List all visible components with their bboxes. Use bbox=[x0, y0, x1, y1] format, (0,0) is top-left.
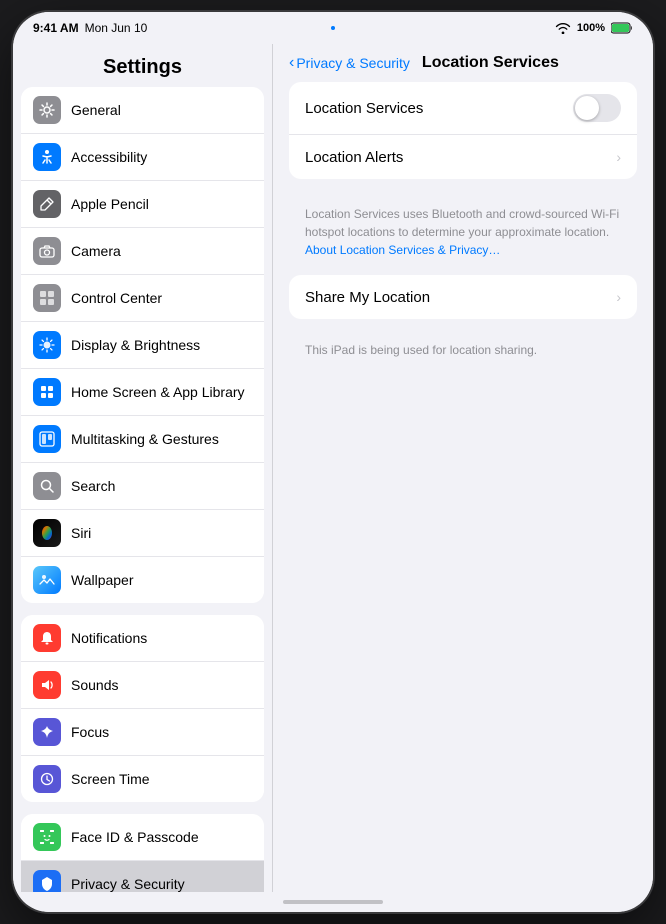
sidebar-group-2: Notifications Sounds Focus bbox=[21, 615, 264, 802]
breadcrumb-label: Privacy & Security bbox=[296, 55, 410, 71]
location-alerts-row[interactable]: Location Alerts › bbox=[289, 135, 637, 179]
bottom-bar bbox=[13, 892, 653, 912]
sidebar-item-wallpaper[interactable]: Wallpaper bbox=[21, 557, 264, 603]
multitasking-label: Multitasking & Gestures bbox=[71, 431, 219, 447]
wifi-icon bbox=[555, 22, 571, 34]
sidebar-item-multitasking[interactable]: Multitasking & Gestures bbox=[21, 416, 264, 463]
sounds-label: Sounds bbox=[71, 677, 118, 693]
detail-panel: ‹ Privacy & Security Location Services L… bbox=[273, 44, 653, 892]
location-alerts-label: Location Alerts bbox=[305, 149, 403, 166]
sidebar-item-search[interactable]: Search bbox=[21, 463, 264, 510]
location-services-group: Location Services Location Alerts › bbox=[289, 82, 637, 179]
location-services-row: Location Services bbox=[289, 82, 637, 135]
face-id-icon bbox=[33, 823, 61, 851]
apple-pencil-icon bbox=[33, 190, 61, 218]
status-date: Mon Jun 10 bbox=[85, 21, 148, 35]
notifications-icon bbox=[33, 624, 61, 652]
share-my-location-row[interactable]: Share My Location › bbox=[289, 275, 637, 319]
location-footer: Location Services uses Bluetooth and cro… bbox=[289, 199, 637, 275]
camera-label: Camera bbox=[71, 243, 121, 259]
back-button[interactable]: ‹ Privacy & Security bbox=[289, 54, 410, 72]
home-indicator bbox=[283, 900, 383, 904]
sidebar-title: Settings bbox=[13, 44, 272, 87]
battery-icon bbox=[611, 22, 633, 34]
main-area: Settings General Accessibility bbox=[13, 44, 653, 892]
location-footer-text: Location Services uses Bluetooth and cro… bbox=[305, 207, 619, 239]
accessibility-label: Accessibility bbox=[71, 149, 147, 165]
privacy-label: Privacy & Security bbox=[71, 876, 185, 892]
sidebar-item-display[interactable]: Display & Brightness bbox=[21, 322, 264, 369]
display-label: Display & Brightness bbox=[71, 337, 200, 353]
sounds-icon bbox=[33, 671, 61, 699]
control-center-label: Control Center bbox=[71, 290, 162, 306]
sidebar: Settings General Accessibility bbox=[13, 44, 273, 892]
sidebar-group-1: General Accessibility Apple Pencil bbox=[21, 87, 264, 603]
control-center-icon bbox=[33, 284, 61, 312]
sidebar-item-face-id[interactable]: Face ID & Passcode bbox=[21, 814, 264, 861]
location-services-toggle[interactable] bbox=[573, 94, 621, 122]
search-icon bbox=[33, 472, 61, 500]
wallpaper-icon bbox=[33, 566, 61, 594]
share-my-location-label: Share My Location bbox=[305, 289, 430, 306]
toggle-knob bbox=[575, 96, 599, 120]
camera-icon bbox=[33, 237, 61, 265]
share-description: This iPad is being used for location sha… bbox=[289, 339, 637, 369]
home-screen-label: Home Screen & App Library bbox=[71, 384, 245, 400]
status-time: 9:41 AM bbox=[33, 21, 79, 35]
search-label: Search bbox=[71, 478, 115, 494]
wallpaper-label: Wallpaper bbox=[71, 572, 134, 588]
detail-content: Location Services Location Alerts › Loca… bbox=[273, 82, 653, 369]
home-screen-icon bbox=[33, 378, 61, 406]
device-frame: 9:41 AM Mon Jun 10 100% Settings bbox=[13, 12, 653, 912]
notifications-label: Notifications bbox=[71, 630, 147, 646]
privacy-icon bbox=[33, 870, 61, 892]
sidebar-item-screen-time[interactable]: Screen Time bbox=[21, 756, 264, 802]
location-services-label: Location Services bbox=[305, 100, 423, 117]
screen-time-label: Screen Time bbox=[71, 771, 150, 787]
sidebar-item-privacy[interactable]: Privacy & Security bbox=[21, 861, 264, 892]
sidebar-item-sounds[interactable]: Sounds bbox=[21, 662, 264, 709]
share-location-chevron: › bbox=[616, 289, 621, 305]
battery-text: 100% bbox=[577, 22, 605, 34]
display-icon bbox=[33, 331, 61, 359]
share-location-group: Share My Location › bbox=[289, 275, 637, 319]
general-label: General bbox=[71, 102, 121, 118]
sidebar-item-notifications[interactable]: Notifications bbox=[21, 615, 264, 662]
sidebar-item-camera[interactable]: Camera bbox=[21, 228, 264, 275]
back-chevron-icon: ‹ bbox=[289, 54, 294, 72]
sidebar-item-siri[interactable]: Siri bbox=[21, 510, 264, 557]
detail-nav: ‹ Privacy & Security Location Services bbox=[273, 44, 653, 82]
status-icons: 100% bbox=[555, 22, 633, 34]
siri-label: Siri bbox=[71, 525, 91, 541]
siri-icon bbox=[33, 519, 61, 547]
sidebar-group-3: Face ID & Passcode Privacy & Security bbox=[21, 814, 264, 892]
status-bar: 9:41 AM Mon Jun 10 100% bbox=[13, 12, 653, 44]
face-id-label: Face ID & Passcode bbox=[71, 829, 199, 845]
focus-label: Focus bbox=[71, 724, 109, 740]
accessibility-icon bbox=[33, 143, 61, 171]
sidebar-item-accessibility[interactable]: Accessibility bbox=[21, 134, 264, 181]
sidebar-item-apple-pencil[interactable]: Apple Pencil bbox=[21, 181, 264, 228]
screen-time-icon bbox=[33, 765, 61, 793]
sidebar-item-control-center[interactable]: Control Center bbox=[21, 275, 264, 322]
location-alerts-chevron: › bbox=[616, 149, 621, 165]
multitasking-icon bbox=[33, 425, 61, 453]
sidebar-item-general[interactable]: General bbox=[21, 87, 264, 134]
location-footer-link[interactable]: About Location Services & Privacy… bbox=[305, 243, 500, 257]
focus-icon bbox=[33, 718, 61, 746]
apple-pencil-label: Apple Pencil bbox=[71, 196, 149, 212]
detail-title: Location Services bbox=[422, 54, 559, 72]
sidebar-item-focus[interactable]: Focus bbox=[21, 709, 264, 756]
general-icon bbox=[33, 96, 61, 124]
sidebar-item-home-screen[interactable]: Home Screen & App Library bbox=[21, 369, 264, 416]
